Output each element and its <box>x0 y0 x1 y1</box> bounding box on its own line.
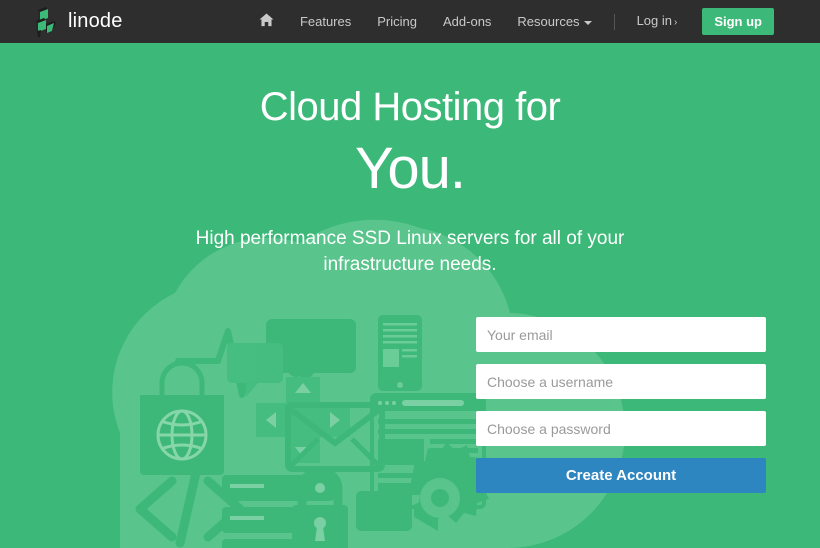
email-field[interactable] <box>476 317 766 352</box>
brand-logo-link[interactable]: linode <box>32 6 123 37</box>
envelope-icon <box>285 402 385 472</box>
nav-item-resources[interactable]: Resources <box>504 0 604 43</box>
nav-home-link[interactable] <box>246 0 287 44</box>
server-rack-icon <box>222 475 334 548</box>
top-navbar: linode Features Pricing Add-ons Resource… <box>0 0 820 43</box>
shopping-bag-globe-icon <box>140 360 224 475</box>
nav-links: Features Pricing Add-ons Resources Log i… <box>246 0 774 44</box>
password-field[interactable] <box>476 411 766 446</box>
home-icon <box>259 1 274 44</box>
signup-form: Create Account <box>476 317 766 493</box>
login-label: Log in <box>636 13 672 28</box>
nav-item-pricing[interactable]: Pricing <box>364 0 430 43</box>
nav-item-add-ons[interactable]: Add-ons <box>430 0 504 43</box>
chevron-right-icon: › <box>673 17 678 28</box>
create-account-button[interactable]: Create Account <box>476 458 766 493</box>
chevron-down-icon <box>583 20 592 25</box>
nav-divider <box>613 13 615 30</box>
hero-title-line-2: You. <box>355 136 466 201</box>
linode-stacked-blocks-logo <box>32 6 60 37</box>
mobile-phone-icon <box>378 315 422 391</box>
code-brackets-icon <box>135 468 245 548</box>
login-link[interactable]: Log in › <box>624 0 691 44</box>
hero-subtitle: High performance SSD Linux servers for a… <box>195 227 625 275</box>
nav-item-resources-label: Resources <box>517 14 580 29</box>
username-field[interactable] <box>476 364 766 399</box>
hero-section: Cloud Hosting for You. High performance … <box>0 43 820 548</box>
video-camera-icon <box>356 491 438 531</box>
hero-title-line-1: Cloud Hosting for <box>259 85 561 129</box>
heartbeat-pulse-icon <box>175 328 304 398</box>
chat-bubbles-icon <box>227 319 356 397</box>
brand-name: linode <box>68 10 123 32</box>
padlock-icon <box>292 466 348 548</box>
nav-item-features[interactable]: Features <box>287 0 364 43</box>
hero-content: Cloud Hosting for You. High performance … <box>0 43 820 277</box>
dpad-controller-icon <box>256 377 350 463</box>
browser-window-icon <box>370 393 486 509</box>
signup-button[interactable]: Sign up <box>702 8 774 35</box>
